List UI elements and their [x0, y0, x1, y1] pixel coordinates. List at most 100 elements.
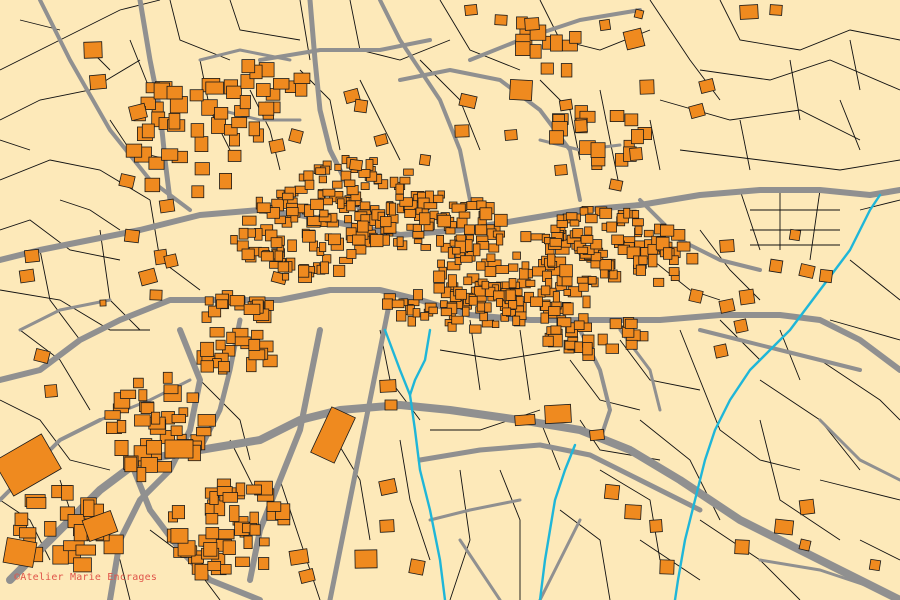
- building: [407, 316, 416, 327]
- building: [18, 527, 37, 539]
- building: [216, 299, 229, 309]
- parcel-boundary: [519, 329, 531, 401]
- building: [560, 63, 573, 78]
- building: [547, 253, 556, 267]
- building: [137, 267, 159, 287]
- building: [83, 499, 95, 517]
- building: [597, 333, 608, 346]
- building: [260, 251, 274, 262]
- building: [123, 228, 141, 244]
- building: [104, 410, 121, 420]
- building: [451, 315, 464, 325]
- building: [420, 312, 430, 321]
- building: [211, 117, 227, 134]
- building: [162, 371, 173, 384]
- parcel-boundary: [859, 199, 900, 211]
- building: [629, 147, 643, 161]
- building: [118, 173, 136, 189]
- parcel-boundary: [859, 539, 900, 561]
- building: [44, 521, 57, 537]
- building: [550, 325, 562, 335]
- building: [298, 567, 316, 585]
- building: [207, 561, 222, 572]
- parcel-boundary: [449, 469, 471, 600]
- building: [120, 389, 137, 400]
- building: [229, 295, 245, 307]
- building: [668, 267, 680, 277]
- building: [436, 234, 444, 247]
- building: [768, 258, 784, 274]
- building: [217, 529, 235, 540]
- building: [479, 312, 488, 322]
- building: [458, 92, 478, 110]
- building: [624, 318, 638, 329]
- road: [458, 538, 502, 600]
- building: [248, 339, 261, 351]
- building: [234, 556, 250, 567]
- building: [340, 170, 352, 181]
- building: [580, 235, 594, 244]
- building: [203, 542, 218, 557]
- building: [229, 505, 240, 522]
- building: [334, 163, 342, 171]
- building: [220, 564, 232, 575]
- building: [494, 14, 508, 26]
- building: [818, 268, 834, 284]
- building: [88, 73, 108, 91]
- building: [502, 307, 512, 316]
- building: [337, 198, 345, 209]
- road: [638, 198, 762, 272]
- building: [163, 253, 179, 269]
- building: [495, 265, 509, 274]
- building: [512, 251, 521, 260]
- building: [603, 483, 621, 501]
- building: [241, 248, 255, 261]
- building: [463, 276, 473, 286]
- parcel-boundary: [599, 89, 621, 191]
- building: [798, 538, 812, 552]
- building: [44, 384, 58, 398]
- building: [540, 62, 554, 75]
- building: [798, 263, 816, 279]
- building: [464, 3, 478, 17]
- parcel-boundary: [679, 329, 701, 381]
- building: [134, 414, 151, 427]
- building: [624, 504, 642, 520]
- building: [274, 250, 283, 262]
- building: [116, 419, 127, 434]
- building: [624, 113, 639, 127]
- building: [733, 318, 749, 334]
- building: [439, 300, 448, 308]
- building: [474, 224, 488, 236]
- building: [344, 215, 353, 224]
- building: [520, 231, 532, 243]
- building: [99, 299, 107, 307]
- building: [248, 121, 261, 137]
- building: [194, 563, 209, 581]
- building: [204, 296, 214, 306]
- building: [530, 296, 543, 307]
- building: [242, 215, 257, 226]
- building: [505, 289, 516, 301]
- building: [625, 339, 638, 350]
- building: [319, 209, 329, 218]
- building: [18, 268, 36, 284]
- building: [773, 518, 795, 536]
- cadastral-map[interactable]: [0, 0, 900, 600]
- building: [243, 303, 261, 316]
- building: [769, 4, 783, 16]
- building: [219, 172, 233, 190]
- building: [544, 403, 572, 425]
- building: [484, 266, 497, 278]
- building: [647, 253, 658, 268]
- building: [423, 202, 438, 210]
- building: [391, 299, 405, 309]
- map-canvas[interactable]: ©Atelier Marie Encrages: [0, 0, 900, 600]
- building: [396, 236, 404, 247]
- building: [408, 558, 426, 576]
- building: [346, 249, 357, 259]
- building: [521, 261, 530, 270]
- building: [501, 281, 510, 289]
- building: [609, 110, 625, 123]
- building: [437, 259, 446, 268]
